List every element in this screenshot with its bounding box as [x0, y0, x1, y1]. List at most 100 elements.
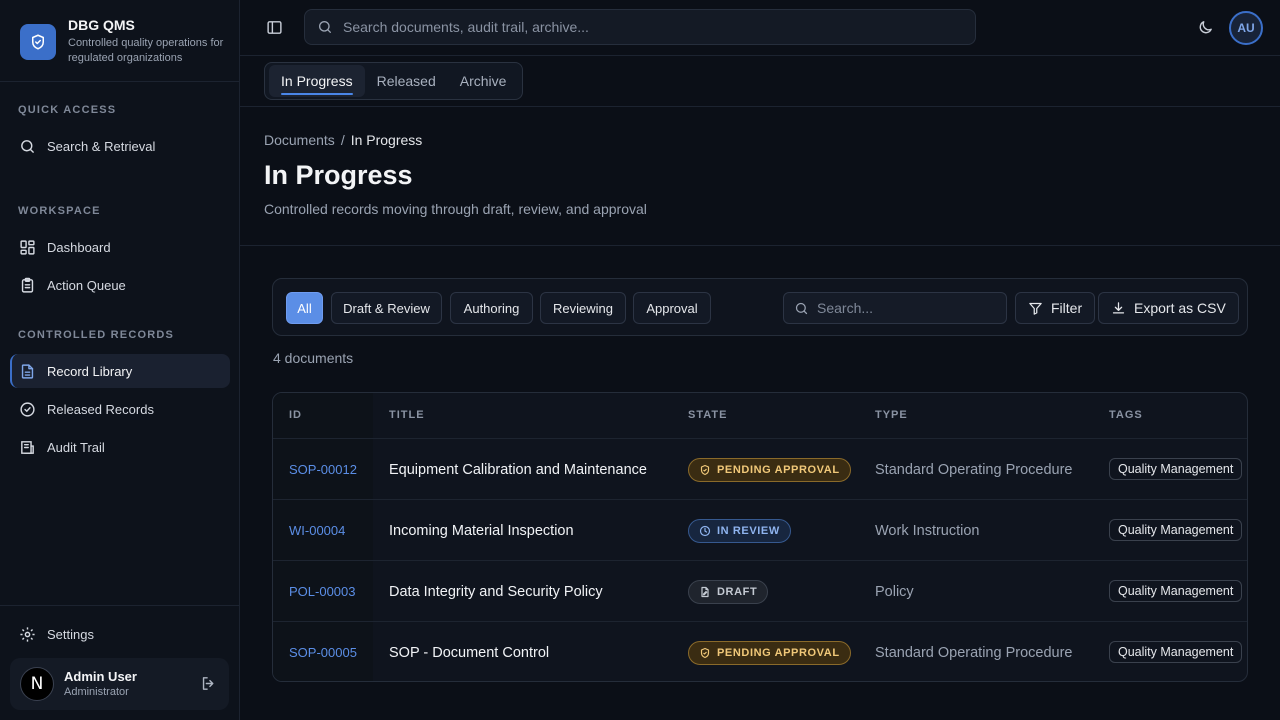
divider: [0, 605, 240, 606]
global-search-input[interactable]: Search documents, audit trail, archive..…: [304, 9, 976, 45]
search-icon: [319, 21, 331, 33]
search-icon: [795, 302, 808, 314]
status-badge-label: PENDING APPROVAL: [717, 646, 840, 659]
ledger-icon: [21, 440, 34, 454]
filter-chip-authoring[interactable]: Authoring: [450, 292, 533, 324]
filter-button[interactable]: Filter: [1015, 292, 1096, 324]
table-row[interactable]: SOP-00012 Equipment Calibration and Main…: [273, 438, 1247, 500]
document-type: Work Instruction: [875, 522, 980, 539]
brand: DBG QMS Controlled quality operations fo…: [20, 16, 228, 66]
state-cell: DRAFT: [688, 561, 769, 622]
sidebar: DBG QMS Controlled quality operations fo…: [0, 0, 240, 720]
shield-icon: [700, 464, 710, 475]
section-label-quick-access: QUICK ACCESS: [18, 104, 117, 116]
topbar: Search documents, audit trail, archive..…: [240, 0, 1280, 56]
column-header-state[interactable]: STATE: [688, 409, 727, 421]
section-label-controlled-records: CONTROLLED RECORDS: [18, 329, 175, 341]
user-avatar[interactable]: AU: [1229, 11, 1263, 45]
table-search-input[interactable]: Search...: [783, 292, 1007, 324]
column-header-title[interactable]: TITLE: [389, 409, 425, 421]
document-count: 4 documents: [273, 350, 354, 366]
search-icon: [21, 139, 34, 153]
state-cell: PENDING APPROVAL: [688, 439, 851, 500]
logout-icon[interactable]: [200, 675, 217, 697]
breadcrumb-current: In Progress: [350, 132, 423, 148]
document-id-link[interactable]: WI-00004: [289, 500, 345, 561]
avatar: N: [20, 667, 54, 701]
filter-chip-approval[interactable]: Approval: [633, 292, 711, 324]
sidebar-item-released-records[interactable]: Released Records: [10, 392, 230, 426]
page-subtitle: Controlled records moving through draft,…: [264, 201, 647, 217]
sidebar-item-label: Search & Retrieval: [47, 138, 156, 154]
tab-bar: In Progress Released Archive: [240, 56, 1280, 107]
state-cell: IN REVIEW: [688, 500, 791, 561]
document-title[interactable]: Data Integrity and Security Policy: [389, 561, 603, 622]
sidebar-item-label: Audit Trail: [47, 439, 105, 455]
tag-badge: Quality Management: [1109, 519, 1243, 541]
document-id-link[interactable]: SOP-00012: [289, 439, 357, 500]
divider: [0, 81, 240, 82]
sidebar-toggle-icon[interactable]: [266, 19, 283, 41]
filter-chip-all[interactable]: All: [286, 292, 323, 324]
theme-toggle-moon-icon[interactable]: [1197, 19, 1214, 41]
filter-button-label: Filter: [1051, 300, 1083, 316]
column-header-type[interactable]: TYPE: [875, 409, 908, 421]
dashboard-icon: [20, 239, 35, 255]
document-id-link[interactable]: SOP-00005: [289, 622, 357, 681]
export-csv-button[interactable]: Export as CSV: [1098, 292, 1239, 324]
search-placeholder: Search documents, audit trail, archive..…: [343, 19, 589, 35]
sidebar-item-settings[interactable]: Settings: [10, 617, 230, 651]
user-role: Administrator: [64, 686, 129, 698]
document-title[interactable]: SOP - Document Control: [389, 622, 549, 681]
table-row[interactable]: WI-00004 Incoming Material Inspection IN…: [273, 499, 1247, 561]
breadcrumb-separator: /: [340, 132, 345, 148]
column-header-tags[interactable]: TAGS: [1109, 409, 1143, 421]
brand-name: DBG QMS: [68, 17, 135, 33]
sidebar-item-action-queue[interactable]: Action Queue: [10, 268, 230, 302]
document-icon: [21, 363, 34, 379]
document-type: Standard Operating Procedure: [875, 644, 1073, 661]
sidebar-item-dashboard[interactable]: Dashboard: [10, 230, 230, 264]
tag-badge: Quality Management: [1109, 458, 1243, 480]
sidebar-item-search[interactable]: Search & Retrieval: [10, 129, 230, 163]
brand-subtitle: Controlled quality operations for regula…: [68, 37, 224, 64]
breadcrumb: Documents / In Progress: [264, 132, 422, 148]
status-badge: IN REVIEW: [688, 518, 791, 543]
clipboard-icon: [21, 277, 34, 293]
status-badge-label: PENDING APPROVAL: [717, 463, 840, 476]
user-name: Admin User: [64, 669, 137, 684]
sidebar-item-label: Record Library: [47, 363, 133, 379]
filter-chip-reviewing[interactable]: Reviewing: [540, 292, 626, 324]
tag-badge: Quality Management: [1109, 580, 1243, 602]
table-row[interactable]: SOP-00005 SOP - Document Control PENDING…: [273, 621, 1247, 681]
document-type: Policy: [875, 583, 914, 600]
status-badge: PENDING APPROVAL: [688, 640, 851, 665]
status-badge: PENDING APPROVAL: [688, 457, 851, 482]
tag-badge: Quality Management: [1109, 641, 1243, 663]
state-cell: PENDING APPROVAL: [688, 622, 851, 681]
sidebar-item-label: Released Records: [47, 401, 154, 417]
document-id-link[interactable]: POL-00003: [289, 561, 356, 622]
shield-logo-icon: [20, 24, 56, 60]
check-circle-icon: [20, 401, 35, 417]
status-badge-label: IN REVIEW: [717, 524, 780, 537]
documents-table: ID TITLE STATE TYPE TAGS SOP-00012 Equip…: [272, 392, 1248, 682]
gear-icon: [20, 626, 35, 642]
divider: [240, 245, 1280, 246]
user-card[interactable]: N Admin User Administrator: [10, 658, 229, 710]
tab-in-progress[interactable]: In Progress: [269, 65, 365, 97]
document-title[interactable]: Equipment Calibration and Maintenance: [389, 439, 647, 500]
sidebar-item-record-library[interactable]: Record Library: [10, 354, 230, 388]
table-search-placeholder: Search...: [817, 300, 874, 316]
tab-released[interactable]: Released: [365, 65, 448, 97]
filter-chip-draft-review[interactable]: Draft & Review: [331, 292, 442, 324]
page-title: In Progress: [264, 160, 413, 190]
breadcrumb-parent[interactable]: Documents: [264, 132, 335, 148]
table-row[interactable]: POL-00003 Data Integrity and Security Po…: [273, 560, 1247, 622]
column-header-id[interactable]: ID: [289, 409, 302, 421]
clock-icon: [699, 525, 711, 536]
tab-archive[interactable]: Archive: [448, 65, 519, 97]
sidebar-item-audit-trail[interactable]: Audit Trail: [10, 430, 230, 464]
filter-bar: All Draft & Review Authoring Reviewing A…: [272, 278, 1248, 336]
document-title[interactable]: Incoming Material Inspection: [389, 500, 574, 561]
